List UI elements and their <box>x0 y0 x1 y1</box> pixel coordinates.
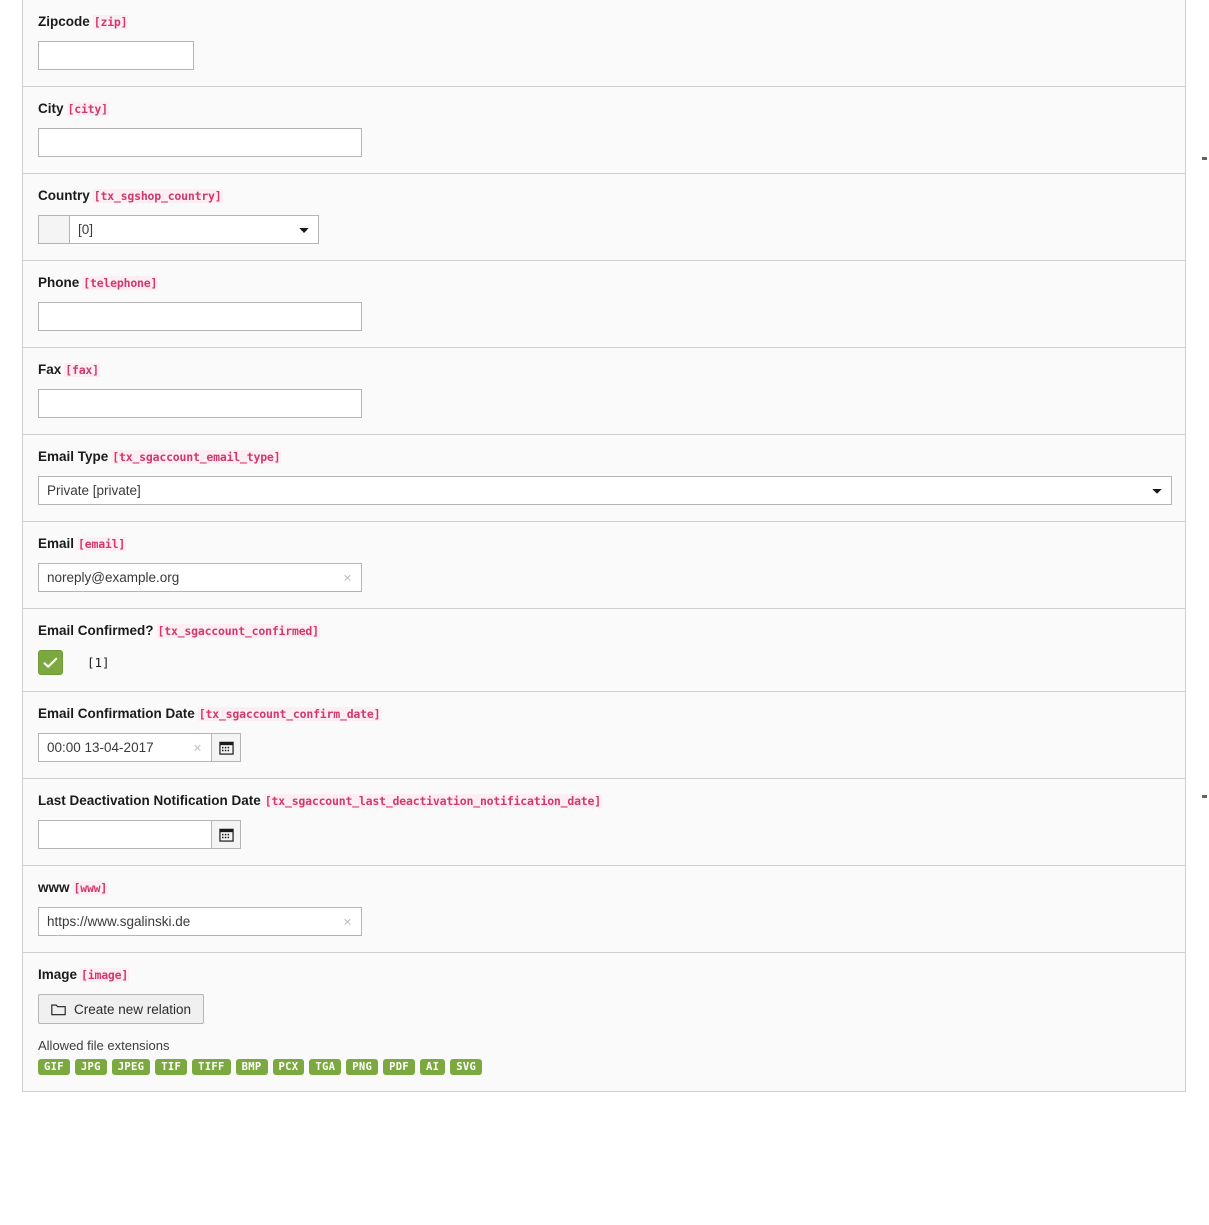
field-row-email-confirmation-date: Email Confirmation Date [tx_sgaccount_con… <box>23 692 1185 779</box>
last-deactivation-date-group <box>38 820 1185 849</box>
field-label-text: Phone <box>38 275 80 290</box>
calendar-icon <box>218 828 234 842</box>
city-input[interactable] <box>38 128 362 157</box>
field-row-email-type: Email Type [tx_sgaccount_email_type] Priv… <box>23 435 1185 522</box>
field-key-tag: [tx_sgaccount_last_deactivation_notifica… <box>263 794 602 808</box>
extension-badge: TIF <box>155 1059 188 1075</box>
field-label-email: Email [email] <box>38 535 1185 553</box>
field-key-tag: [email] <box>77 537 127 551</box>
email-confirmed-checkbox[interactable] <box>38 650 63 675</box>
field-label-text: Zipcode <box>38 14 90 29</box>
field-key-tag: [tx_sgshop_country] <box>92 189 223 203</box>
clear-icon[interactable]: × <box>191 740 204 754</box>
field-row-www: www[www] × <box>23 866 1185 953</box>
field-label-phone: Phone [telephone] <box>38 274 1185 292</box>
field-label-www: www [www] <box>38 879 1185 897</box>
clear-icon[interactable]: × <box>341 914 354 928</box>
field-row-zipcode: Zipcode [zip] <box>23 0 1185 87</box>
check-icon <box>43 657 58 668</box>
field-label-text: Email Confirmation Date <box>38 706 195 721</box>
create-new-relation-label: Create new relation <box>74 1001 192 1017</box>
field-row-last-deactivation-notification-date: Last Deactivation Notification Date [tx_s… <box>23 779 1185 866</box>
field-label-email-confirmation-date: Email Confirmation Date [tx_sgaccount_con… <box>38 705 1185 723</box>
calendar-icon <box>218 741 234 755</box>
clear-icon[interactable]: × <box>341 570 354 584</box>
field-label-email-type: Email Type [tx_sgaccount_email_type] <box>38 448 1185 466</box>
field-label-text: Image <box>38 967 78 982</box>
field-key-tag: [telephone] <box>82 276 159 290</box>
create-new-relation-button[interactable]: Create new relation <box>38 994 205 1024</box>
field-row-fax: Fax [fax] <box>23 348 1185 435</box>
country-select[interactable]: [0] <box>69 215 319 244</box>
email-confirmation-date-wrap: × <box>38 733 212 762</box>
allowed-extensions-caption: Allowed file extensions <box>38 1038 170 1053</box>
fax-input[interactable] <box>38 389 362 418</box>
field-key-tag: [tx_sgaccount_confirm_date] <box>197 707 382 721</box>
field-row-image: Image [image] Create new relation Allowed… <box>23 953 1185 1092</box>
extension-badge: JPEG <box>111 1059 151 1075</box>
allowed-extensions-list: GIF JPG JPEG TIF TIFF BMP PCX TGA PNG PDF AI SVG <box>38 1059 1185 1075</box>
form-page: Zipcode [zip] City [city] Country [tx_sgsho… <box>0 0 1209 1225</box>
phone-input[interactable] <box>38 302 362 331</box>
extension-badge: AI <box>420 1059 446 1075</box>
country-flag-addon <box>38 215 69 244</box>
field-key-tag: [tx_sgaccount_email_type] <box>111 450 282 464</box>
field-label-email-confirmed: Email Confirmed? [tx_sgaccount_confirmed] <box>38 622 1185 640</box>
field-label-text: City <box>38 101 64 116</box>
extension-badge: SVG <box>450 1059 483 1075</box>
www-input-wrap: × <box>38 907 362 936</box>
field-label-text: Last Deactivation Notification Date <box>38 793 261 808</box>
email-type-select[interactable]: Private [private] <box>38 476 1172 505</box>
extension-badge: BMP <box>235 1059 268 1075</box>
extension-badge: PCX <box>272 1059 305 1075</box>
field-key-tag: [fax] <box>64 363 100 377</box>
field-label-text: www <box>38 880 70 895</box>
extension-badge: TGA <box>309 1059 342 1075</box>
country-input-group: [0] <box>38 215 1185 244</box>
field-key-tag: [tx_sgaccount_confirmed] <box>156 624 320 638</box>
viewport-edge-marker <box>1202 157 1207 160</box>
field-key-tag: [city] <box>66 102 109 116</box>
last-deactivation-date-input[interactable] <box>38 820 212 849</box>
field-label-text: Email Confirmed? <box>38 623 154 638</box>
field-label-fax: Fax [fax] <box>38 361 1185 379</box>
email-input[interactable] <box>38 563 362 592</box>
field-label-country: Country [tx_sgshop_country] <box>38 187 1185 205</box>
field-key-tag: [image] <box>80 968 130 982</box>
email-confirmed-value: [1] <box>87 655 110 670</box>
field-label-last-deactivation-notification-date: Last Deactivation Notification Date [tx_s… <box>38 792 1185 810</box>
field-label-text: Email Type <box>38 449 109 464</box>
extension-badge: PDF <box>383 1059 415 1075</box>
field-label-text: Country <box>38 188 90 203</box>
email-confirmation-date-picker-button[interactable] <box>212 733 241 762</box>
zipcode-input[interactable] <box>38 41 194 70</box>
field-label-city: City [city] <box>38 100 1185 118</box>
email-confirmation-date-input[interactable] <box>38 733 212 762</box>
record-edit-form: Zipcode [zip] City [city] Country [tx_sgsho… <box>22 0 1186 1092</box>
field-row-phone: Phone [telephone] <box>23 261 1185 348</box>
email-input-wrap: × <box>38 563 362 592</box>
email-confirmation-date-group: × <box>38 733 1185 762</box>
www-input[interactable] <box>38 907 362 936</box>
field-row-city: City [city] <box>23 87 1185 174</box>
field-key-tag: [zip] <box>92 15 129 29</box>
folder-icon <box>51 1003 66 1015</box>
field-key-tag: [www] <box>72 881 109 895</box>
field-label-text: Email <box>38 536 75 551</box>
extension-badge: JPG <box>74 1059 107 1075</box>
viewport-edge-marker <box>1202 795 1207 798</box>
extension-badge: GIF <box>38 1059 70 1075</box>
extension-badge: PNG <box>346 1059 379 1075</box>
field-label-text: Fax <box>38 362 62 377</box>
last-deactivation-date-picker-button[interactable] <box>212 820 241 849</box>
field-row-email-confirmed: Email Confirmed? [tx_sgaccount_confirmed]… <box>23 609 1185 692</box>
last-deactivation-date-wrap <box>38 820 212 849</box>
field-label-image: Image [image] <box>38 966 1185 984</box>
email-confirmed-row: [1] <box>38 650 1185 675</box>
field-row-email: Email[email] × <box>23 522 1185 609</box>
extension-badge: TIFF <box>192 1059 231 1075</box>
field-row-country: Country [tx_sgshop_country] [0] <box>23 174 1185 261</box>
field-label-zipcode: Zipcode [zip] <box>38 13 1185 31</box>
